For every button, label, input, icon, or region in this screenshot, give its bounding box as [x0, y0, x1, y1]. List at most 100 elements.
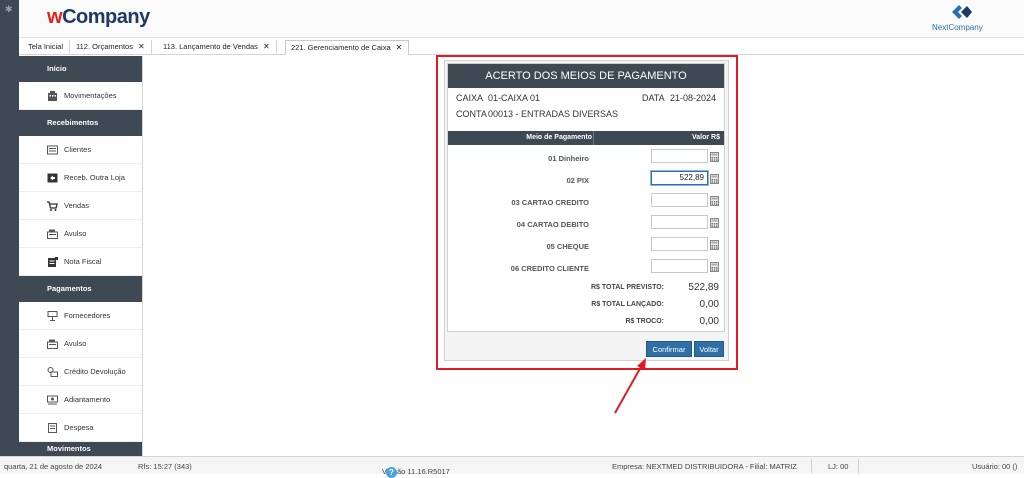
calculator-icon[interactable] — [710, 262, 719, 272]
troco: R$ TROCO: 0,00 — [448, 314, 724, 332]
status-date: quarta, 21 de agosto de 2024 — [4, 462, 102, 471]
total-lancado: R$ TOTAL LANÇADO: 0,00 — [448, 297, 724, 315]
payment-value-input[interactable] — [651, 193, 708, 207]
total-lancado-label: R$ TOTAL LANÇADO: — [591, 301, 664, 308]
sidebar-section-recebimentos[interactable]: Recebimentos — [19, 110, 142, 136]
payment-row: 05 CHEQUE — [448, 236, 724, 258]
calculator-icon[interactable] — [710, 196, 719, 206]
transfer-icon — [47, 173, 58, 183]
sidebar-section-inicio[interactable]: Início — [19, 56, 142, 82]
sidebar-section-movimentos[interactable]: Movimentos — [19, 442, 142, 456]
app-header: wCompany NextCompany — [19, 0, 1024, 38]
nextcompany-chevron-icon — [952, 5, 972, 19]
payment-value-input[interactable]: 522,89 — [651, 171, 708, 185]
sidebar-item-fornecedores[interactable]: Fornecedores — [19, 302, 142, 330]
sidebar-item-label: Crédito Devolução — [64, 367, 126, 376]
sidebar-item-movimentacoes[interactable]: Movimentações — [19, 82, 142, 110]
help-icon[interactable]: ? — [386, 467, 397, 478]
total-previsto: R$ TOTAL PREVISTO: 522,89 — [448, 280, 724, 298]
data-value: 21-08-2024 — [670, 93, 717, 103]
advance-icon — [47, 395, 58, 405]
troco-value: 0,00 — [699, 316, 719, 327]
payment-value-input[interactable] — [651, 149, 708, 163]
payment-method-name: 03 CARTAO CREDITO — [511, 198, 589, 207]
col-valor: Valor R$ — [691, 134, 720, 141]
tab-gerenciamento-caixa[interactable]: 221. Gerenciamento de Caixa ✕ — [285, 40, 410, 55]
data-label: DATA — [642, 93, 665, 103]
close-icon[interactable]: ✕ — [396, 43, 403, 52]
back-button[interactable]: Voltar — [694, 341, 724, 357]
tab-bar: Tela Inicial 112. Orçamentos ✕ 113. Lança… — [19, 38, 1024, 55]
caixa-value: 01-CAIXA 01 — [488, 93, 541, 103]
payment-settlement-dialog: ACERTO DOS MEIOS DE PAGAMENTO CAIXA 01-C… — [447, 63, 725, 332]
sidebar-section-pagamentos[interactable]: Pagamentos — [19, 276, 142, 302]
sidebar-item-avulso-pag[interactable]: Avulso — [19, 330, 142, 358]
sidebar-item-avulso-receb[interactable]: Avulso — [19, 220, 142, 248]
payment-method-name: 05 CHEQUE — [546, 242, 589, 251]
invoice-icon — [48, 257, 58, 267]
calculator-icon[interactable] — [710, 218, 719, 228]
tab-tela-inicial[interactable]: Tela Inicial — [23, 40, 71, 55]
sidebar: Início Movimentações Recebimentos Client… — [19, 56, 143, 456]
wcompany-logo: wCompany — [47, 6, 150, 28]
annotation-arrow — [614, 358, 646, 414]
total-lancado-value: 0,00 — [699, 299, 719, 310]
payment-grid-header: Meio de Pagamento Valor R$ — [448, 131, 724, 145]
payment-row: 04 CARTAO DEBITO — [448, 214, 724, 236]
troco-label: R$ TROCO: — [625, 318, 665, 325]
total-previsto-value: 522,89 — [688, 282, 719, 293]
cash-register-icon — [47, 339, 58, 349]
sidebar-item-label: Adiantamento — [64, 395, 111, 404]
calculator-icon[interactable] — [710, 152, 719, 162]
sidebar-item-label: Despesa — [64, 423, 94, 432]
conta-label: CONTA — [456, 109, 487, 119]
sidebar-item-clientes[interactable]: Clientes — [19, 136, 142, 164]
sidebar-item-label: Fornecedores — [64, 311, 111, 320]
status-bar: quarta, 21 de agosto de 2024 Rfs: 15:27 … — [0, 456, 1024, 478]
calculator-icon[interactable] — [710, 174, 719, 184]
payment-method-name: 06 CREDITO CLIENTE — [510, 264, 589, 273]
payment-row: 01 Dinheiro — [448, 148, 724, 170]
sidebar-item-label: Clientes — [64, 145, 92, 154]
payment-value-input[interactable] — [651, 237, 708, 251]
sidebar-item-label: Nota Fiscal — [64, 257, 102, 266]
status-usuario: Usuário: 00 () — [972, 462, 1018, 471]
total-previsto-label: R$ TOTAL PREVISTO: — [591, 284, 664, 291]
close-icon[interactable]: ✕ — [138, 42, 145, 51]
col-meio-pagamento: Meio de Pagamento — [526, 134, 592, 141]
sidebar-item-receb-outra-loja[interactable]: Receb. Outra Loja — [19, 164, 142, 192]
close-icon[interactable]: ✕ — [263, 42, 270, 51]
payment-method-name: 04 CARTAO DEBITO — [516, 220, 589, 229]
status-empresa: Empresa: NEXTMED DISTRIBUIDORA - Filial:… — [612, 462, 797, 471]
caixa-label: CAIXA — [456, 93, 484, 103]
calculator-icon[interactable] — [710, 240, 719, 250]
sidebar-item-despesa[interactable]: Despesa — [19, 414, 142, 442]
payment-method-name: 01 Dinheiro — [548, 154, 589, 163]
payment-row: 03 CARTAO CREDITO — [448, 192, 724, 214]
cart-icon — [47, 201, 58, 211]
payment-row: 06 CREDITO CLIENTE — [448, 258, 724, 280]
gear-icon[interactable]: ✱ — [5, 4, 13, 15]
payment-method-name: 02 PIX — [566, 176, 589, 185]
sidebar-item-label: Receb. Outra Loja — [64, 173, 125, 182]
sidebar-item-label: Avulso — [64, 339, 87, 348]
cash-register-icon — [47, 229, 58, 239]
payment-value-input[interactable] — [651, 215, 708, 229]
sidebar-item-nota-fiscal[interactable]: Nota Fiscal — [19, 248, 142, 276]
confirm-button[interactable]: Confirmar — [646, 341, 692, 357]
tab-orcamentos[interactable]: 112. Orçamentos ✕ — [71, 40, 152, 55]
sidebar-item-label: Vendas — [64, 201, 90, 210]
payment-value-input[interactable] — [651, 259, 708, 273]
payment-row: 02 PIX 522,89 — [448, 170, 724, 192]
sidebar-item-label: Movimentações — [64, 91, 117, 100]
tab-lancamento-vendas[interactable]: 113. Lançamento de Vendas ✕ — [158, 40, 277, 55]
refund-icon — [47, 367, 58, 377]
conta-value: 00013 - ENTRADAS DIVERSAS — [488, 109, 619, 119]
nextcompany-label: NextCompany — [932, 23, 983, 32]
sidebar-item-vendas[interactable]: Vendas — [19, 192, 142, 220]
clients-icon — [47, 145, 58, 155]
expense-icon — [48, 423, 57, 433]
sidebar-item-credito-devolucao[interactable]: Crédito Devolução — [19, 358, 142, 386]
sidebar-item-adiantamento[interactable]: Adiantamento — [19, 386, 142, 414]
sidebar-item-label: Avulso — [64, 229, 87, 238]
